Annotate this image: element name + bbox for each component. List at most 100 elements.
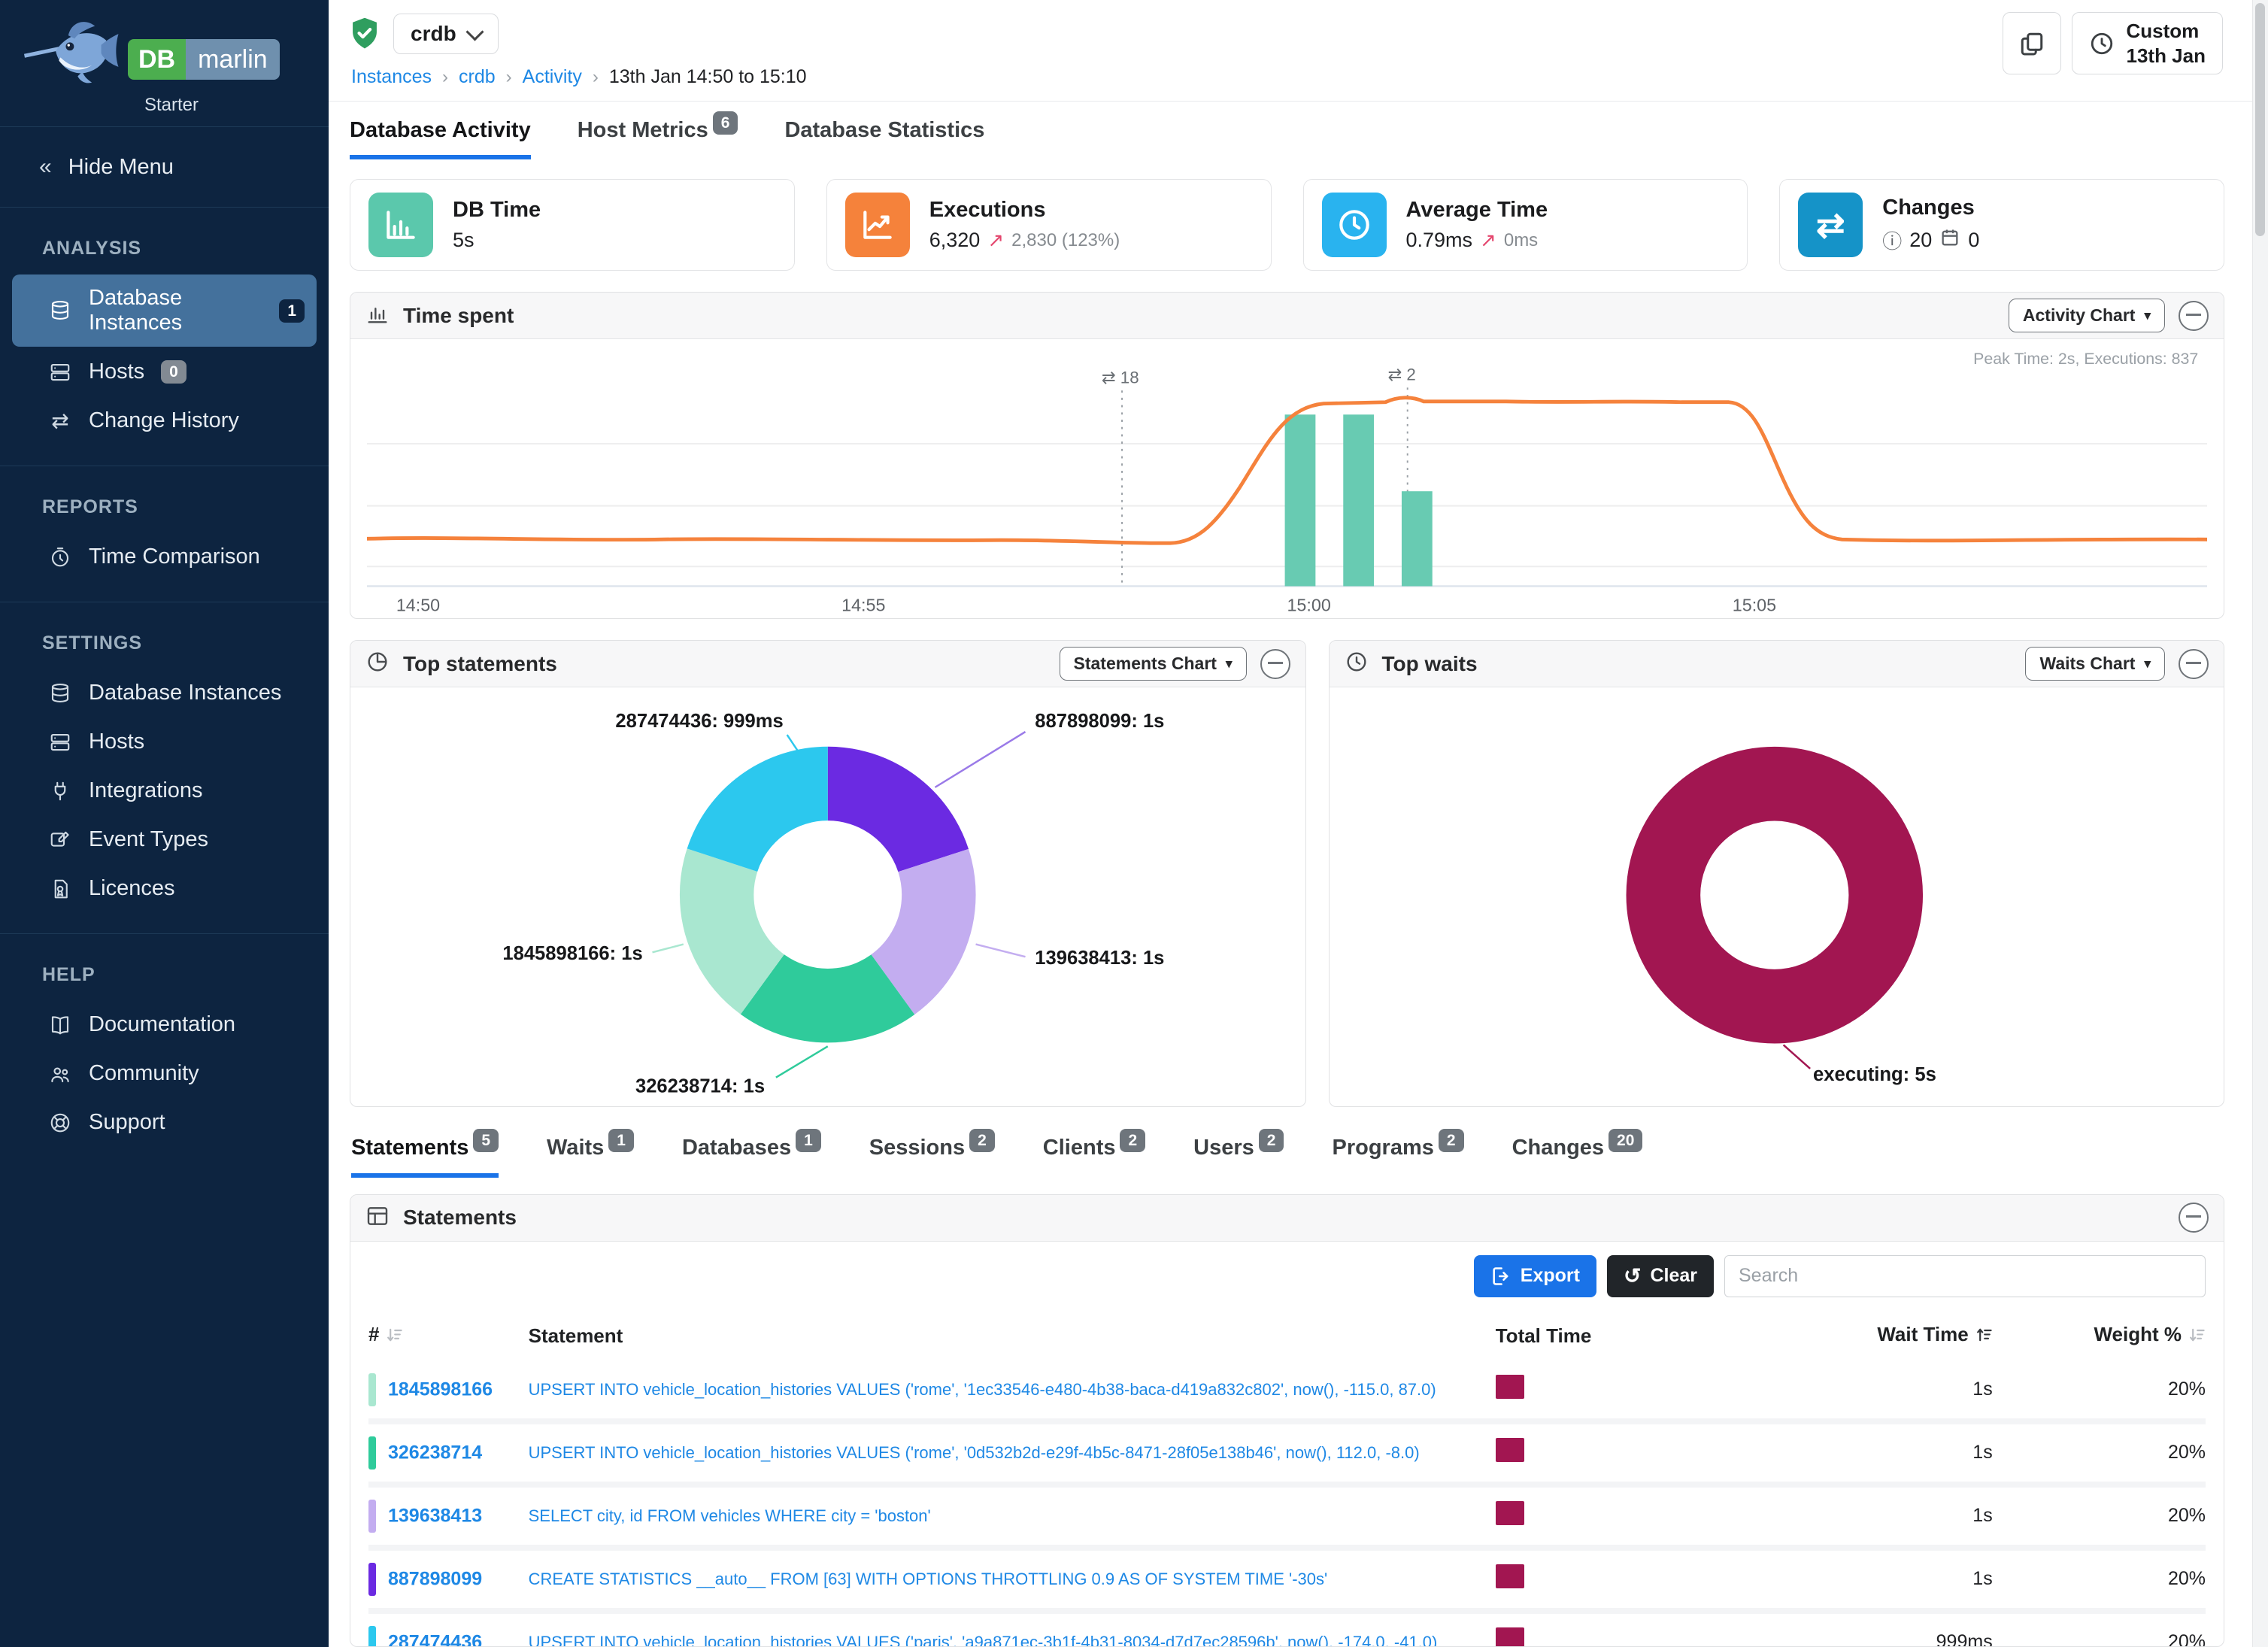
executions-bar[interactable]	[1343, 414, 1374, 586]
executions-bar[interactable]	[1285, 414, 1316, 586]
scrollbar-thumb[interactable]	[2255, 3, 2265, 236]
sidebar-item-settings-hosts[interactable]: Hosts	[12, 718, 317, 766]
donut-label-139638413: 139638413: 1s	[1035, 948, 1164, 969]
top-statements-header: Top statements Statements Chart▾	[350, 641, 1305, 687]
sidebar-item-database-instances[interactable]: Database Instances 1	[12, 274, 317, 347]
plug-icon	[48, 779, 72, 803]
col-weight[interactable]: Weight %	[1993, 1308, 2206, 1361]
tab-changes[interactable]: Changes20	[1512, 1136, 1643, 1178]
sidebar-item-label: Hosts	[89, 729, 144, 754]
sidebar-item-time-comparison[interactable]: Time Comparison	[12, 533, 317, 581]
x-axis-tick: 15:00	[1287, 595, 1330, 614]
total-time-bar	[1496, 1501, 1524, 1525]
waits-badge: 1	[608, 1129, 634, 1152]
card-delta: 0ms	[1504, 230, 1538, 251]
tab-databases[interactable]: Databases1	[682, 1136, 821, 1178]
arrows-swap-icon: ⇄	[1798, 193, 1863, 257]
collapse-panel-button[interactable]	[2179, 1203, 2209, 1233]
tab-users[interactable]: Users2	[1193, 1136, 1284, 1178]
copy-button[interactable]	[2003, 12, 2061, 74]
tab-database-activity[interactable]: Database Activity	[350, 118, 531, 159]
tab-sessions[interactable]: Sessions2	[869, 1136, 995, 1178]
donut-segment-executing[interactable]	[1663, 784, 1885, 1006]
col-total-time[interactable]: Total Time	[1496, 1308, 1665, 1361]
waits-chart-dropdown[interactable]: Waits Chart▾	[2025, 647, 2165, 681]
time-range-button[interactable]: Custom 13th Jan	[2072, 12, 2224, 74]
col-id[interactable]: #	[368, 1308, 529, 1361]
logo-block: DBmarlin Starter	[0, 0, 329, 127]
card-title: DB Time	[453, 198, 541, 223]
sidebar-item-label: Integrations	[89, 778, 203, 803]
statement-id-link[interactable]: 326238714	[388, 1442, 482, 1463]
collapse-panel-button[interactable]	[2179, 649, 2209, 679]
page-scrollbar[interactable]	[2252, 0, 2268, 1647]
hide-menu-button[interactable]: « Hide Menu	[0, 127, 329, 208]
statements-panel-header: Statements	[350, 1195, 2224, 1242]
programs-badge: 2	[1439, 1129, 1464, 1152]
collapse-panel-button[interactable]	[2179, 301, 2209, 331]
sidebar-item-support[interactable]: Support	[12, 1099, 317, 1146]
main-content: crdb Instances › crdb › Activity › 13th …	[329, 0, 2253, 1647]
change-marker-label: ⇄ 2	[1388, 365, 1416, 384]
x-axis-tick: 14:55	[841, 595, 885, 614]
collapse-panel-button[interactable]	[1260, 649, 1290, 679]
statement-id-link[interactable]: 1845898166	[388, 1379, 493, 1400]
sidebar-item-event-types[interactable]: Event Types	[12, 816, 317, 863]
caret-down-icon: ▾	[2144, 308, 2151, 323]
sidebar-item-settings-database-instances[interactable]: Database Instances	[12, 669, 317, 717]
panel-title: Top statements	[403, 652, 557, 676]
sidebar-item-licences[interactable]: Licences	[12, 865, 317, 912]
panel-title: Time spent	[403, 304, 514, 328]
calendar-icon	[1939, 227, 1960, 253]
weight-value: 20%	[1993, 1548, 2206, 1611]
time-spent-chart[interactable]: Peak Time: 2s, Executions: 837 ⇄ 18 ⇄ 2 …	[350, 339, 2224, 618]
sidebar-item-hosts[interactable]: Hosts 0	[12, 348, 317, 396]
statement-id-link[interactable]: 287474436	[388, 1631, 482, 1647]
database-instances-count-badge: 1	[279, 299, 305, 323]
statement-link[interactable]: UPSERT INTO vehicle_location_histories V…	[529, 1633, 1438, 1646]
breadcrumb-crdb-link[interactable]: crdb	[459, 66, 496, 88]
card-changes: ⇄ Changes ⓘ 20 0	[1779, 179, 2224, 271]
sidebar-item-change-history[interactable]: ⇄ Change History	[12, 397, 317, 444]
sidebar-item-integrations[interactable]: Integrations	[12, 767, 317, 814]
breadcrumb-separator: ›	[593, 67, 599, 88]
executions-bar[interactable]	[1402, 491, 1433, 586]
sidebar-item-community[interactable]: Community	[12, 1050, 317, 1097]
clear-button[interactable]: ↺ Clear	[1607, 1255, 1714, 1297]
statement-id-link[interactable]: 887898099	[388, 1568, 482, 1589]
tab-programs[interactable]: Programs2	[1332, 1136, 1463, 1178]
statement-link[interactable]: UPSERT INTO vehicle_location_histories V…	[529, 1380, 1436, 1400]
charts-row: Top statements Statements Chart▾	[350, 640, 2224, 1106]
statement-link[interactable]: SELECT city, id FROM vehicles WHERE city…	[529, 1506, 931, 1526]
tab-statements[interactable]: Statements5	[351, 1136, 499, 1178]
tab-waits[interactable]: Waits1	[547, 1136, 634, 1178]
statement-link[interactable]: CREATE STATISTICS __auto__ FROM [63] WIT…	[529, 1570, 1328, 1589]
instance-name: crdb	[411, 22, 456, 46]
weight-value: 20%	[1993, 1421, 2206, 1485]
host-metrics-badge: 6	[713, 111, 738, 135]
search-input[interactable]	[1724, 1255, 2206, 1297]
activity-chart-dropdown[interactable]: Activity Chart▾	[2009, 299, 2165, 332]
panel-title: Statements	[403, 1206, 517, 1230]
statements-chart-dropdown[interactable]: Statements Chart▾	[1060, 647, 1247, 681]
col-wait-time[interactable]: Wait Time	[1665, 1308, 1993, 1361]
detail-tabs: Statements5 Waits1 Databases1 Sessions2 …	[329, 1107, 2253, 1178]
total-time-bar	[1496, 1564, 1524, 1588]
tab-clients[interactable]: Clients2	[1043, 1136, 1145, 1178]
card-average-time: Average Time 0.79ms ↗ 0ms	[1303, 179, 1748, 271]
card-title: Changes	[1882, 196, 1979, 220]
tab-database-statistics[interactable]: Database Statistics	[784, 118, 984, 159]
instance-selector[interactable]: crdb	[393, 14, 499, 54]
col-statement[interactable]: Statement	[529, 1308, 1496, 1361]
statement-id-link[interactable]: 139638413	[388, 1505, 482, 1526]
x-axis-tick: 15:05	[1733, 595, 1776, 614]
sidebar-item-documentation[interactable]: Documentation	[12, 1001, 317, 1048]
breadcrumb-instances-link[interactable]: Instances	[351, 66, 432, 88]
top-statements-chart[interactable]: 287474436: 999ms 887898099: 1s 139638413…	[350, 687, 1305, 1105]
top-waits-chart[interactable]: executing: 5s	[1330, 687, 2224, 1106]
statements-badge: 5	[473, 1129, 499, 1152]
export-button[interactable]: Export	[1474, 1255, 1596, 1297]
statement-link[interactable]: UPSERT INTO vehicle_location_histories V…	[529, 1443, 1420, 1463]
breadcrumb-activity-link[interactable]: Activity	[523, 66, 582, 88]
tab-host-metrics[interactable]: Host Metrics6	[578, 118, 738, 159]
